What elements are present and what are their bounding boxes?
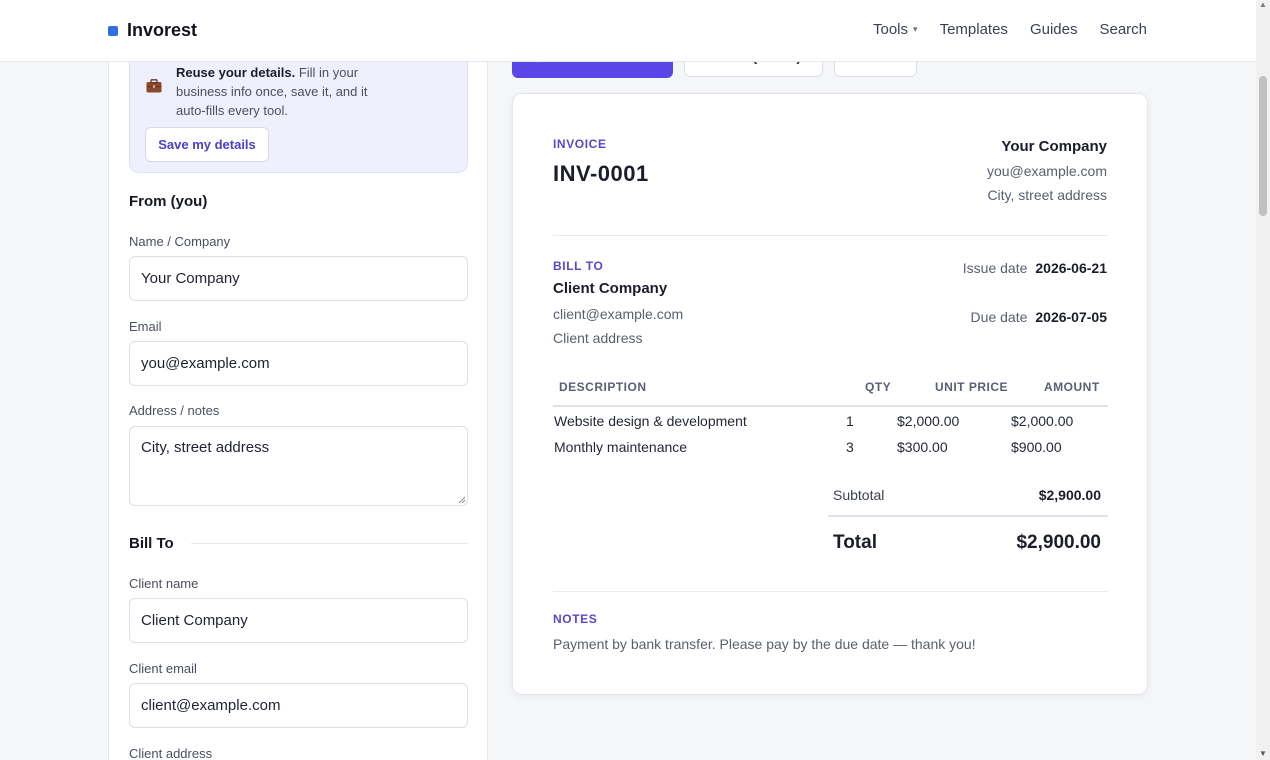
brand-logo[interactable]: Invorest [108, 20, 197, 41]
nav-guides-label: Guides [1029, 21, 1078, 38]
nav-guides[interactable]: Guides [1030, 21, 1078, 38]
email-input[interactable] [129, 341, 468, 386]
item-amount: $2,000.00 [1011, 413, 1074, 429]
scroll-up-arrow-icon[interactable]: ▲ [1259, 0, 1267, 9]
column-header-description: DESCRIPTION [559, 380, 647, 394]
column-header-unit-price: UNIT PRICE [935, 380, 1009, 394]
client-name-input[interactable] [129, 598, 468, 643]
reuse-details-title: Reuse your details. [176, 65, 296, 80]
due-date-label: Due date [970, 309, 1028, 325]
column-header-amount: AMOUNT [1044, 380, 1100, 394]
scroll-down-arrow-icon[interactable]: ▼ [1259, 749, 1267, 758]
issue-date-label: Issue date [962, 260, 1028, 276]
item-unit-price: $300.00 [897, 439, 948, 455]
brand-name: Invorest [127, 20, 198, 40]
due-date-value: 2026-07-05 [1035, 309, 1107, 325]
nav-search[interactable]: Search [1099, 21, 1147, 38]
column-header-qty: QTY [865, 380, 892, 394]
address-notes-textarea[interactable]: City, street address [129, 426, 468, 506]
nav-templates[interactable]: Templates [940, 21, 1008, 38]
invoice-number: INV-0001 [553, 161, 649, 186]
nav-search-label: Search [1099, 21, 1147, 38]
chevron-down-icon: ▾ [913, 24, 918, 34]
invoice-client-address: Client address [553, 330, 643, 346]
due-date-row: Due date 2026-07-05 [971, 309, 1107, 325]
invoice-form-panel: Reuse your details. Fill in your busines… [108, 58, 488, 760]
from-section-title: From (you) [129, 193, 208, 210]
nav-tools-label: Tools [873, 21, 909, 38]
name-company-input[interactable] [129, 256, 468, 301]
bill-to-divider [191, 543, 468, 544]
name-company-label: Name / Company [129, 234, 231, 249]
nav-tools[interactable]: Tools ▾ [873, 21, 918, 38]
item-description: Website design & development [554, 413, 747, 429]
item-unit-price: $2,000.00 [897, 413, 960, 429]
item-qty: 3 [846, 439, 854, 455]
client-email-input[interactable] [129, 683, 468, 728]
item-qty: 1 [846, 413, 854, 429]
address-notes-label: Address / notes [129, 403, 220, 418]
page-scrollbar[interactable]: ▲ ▼ [1256, 0, 1270, 760]
main-nav: Tools ▾ Templates Guides Search [873, 21, 1147, 38]
email-label: Email [129, 319, 162, 334]
nav-templates-label: Templates [939, 21, 1008, 38]
invoice-preview: INVOICE INV-0001 Your Company you@exampl… [512, 93, 1148, 695]
invoice-client-name: Client Company [553, 280, 668, 297]
reuse-details-text: Reuse your details. Fill in your busines… [176, 63, 386, 120]
total-label: Total [833, 532, 877, 553]
save-my-details-button[interactable]: Save my details [145, 127, 269, 162]
invoice-kicker: INVOICE [553, 137, 607, 151]
invoice-from-block: Your Company you@example.com City, stree… [987, 138, 1107, 203]
brand-mark-icon [108, 25, 118, 36]
notes-text: Payment by bank transfer. Please pay by … [553, 636, 976, 652]
top-navigation-bar: Invorest Tools ▾ Templates Guides Search [0, 0, 1256, 62]
client-name-label: Client name [129, 576, 199, 591]
subtotal-value: $2,900.00 [1038, 487, 1101, 503]
invoice-from-email: you@example.com [986, 163, 1107, 179]
notes-kicker: NOTES [553, 612, 598, 626]
header-divider [553, 235, 1108, 236]
table-header-rule [553, 405, 1108, 407]
bill-to-kicker: BILL TO [553, 259, 604, 273]
issue-date-row: Issue date 2026-06-21 [963, 260, 1107, 276]
bill-to-section-title: Bill To [129, 535, 174, 552]
item-amount: $900.00 [1011, 439, 1062, 455]
client-address-label: Client address [129, 746, 213, 760]
reuse-details-card: Reuse your details. Fill in your busines… [129, 58, 468, 173]
notes-divider [553, 591, 1108, 592]
invoice-client-email: client@example.com [553, 306, 684, 322]
invoice-from-address: City, street address [987, 187, 1107, 203]
briefcase-icon [146, 79, 162, 93]
subtotal-label: Subtotal [833, 487, 885, 503]
invoice-from-company: Your Company [1001, 138, 1107, 155]
scrollbar-thumb[interactable] [1259, 76, 1267, 216]
client-email-label: Client email [129, 661, 197, 676]
total-value: $2,900.00 [1016, 532, 1101, 553]
issue-date-value: 2026-06-21 [1035, 260, 1107, 276]
subtotal-rule [828, 515, 1108, 517]
item-description: Monthly maintenance [554, 439, 688, 455]
resize-grip-icon[interactable] [458, 496, 466, 504]
